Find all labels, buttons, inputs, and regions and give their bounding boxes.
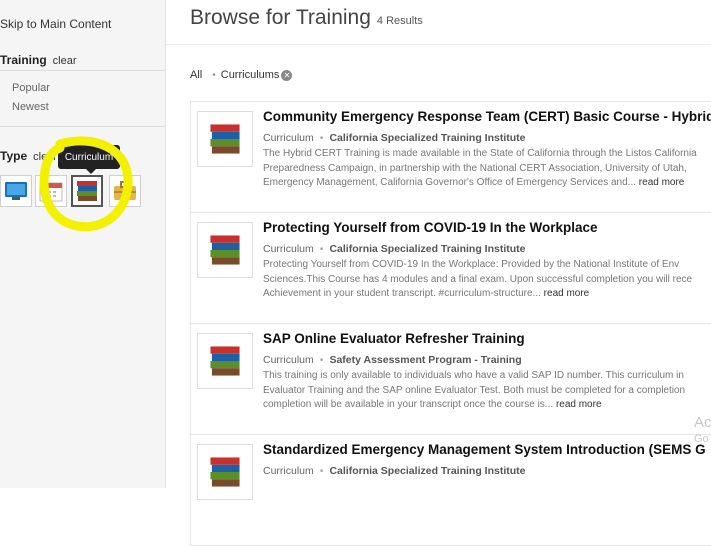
header-bar: Browse for Training 4 Results	[166, 0, 711, 45]
result-thumbnail	[197, 333, 253, 389]
result-meta: Curriculum • California Specialized Traini…	[263, 465, 526, 477]
type-curriculum-button[interactable]	[71, 175, 103, 207]
desc-line: Preparedness Campaign, in partnership wi…	[263, 162, 687, 174]
filter-all[interactable]: All	[190, 69, 202, 81]
desc-text: Achievement in your student transcript. …	[263, 288, 541, 299]
books-icon	[210, 457, 240, 487]
desc-line: The Hybrid CERT Training is made availab…	[263, 148, 697, 159]
training-label: Training	[0, 53, 47, 67]
result-provider: California Specialized Training Institut…	[329, 465, 526, 477]
filter-curriculums: Curriculums	[220, 69, 280, 81]
skip-to-main-link[interactable]: Skip to Main Content	[0, 17, 111, 31]
bullet-separator: •	[319, 132, 324, 144]
result-thumbnail	[197, 444, 253, 500]
type-online-course-button[interactable]	[0, 175, 32, 207]
type-event-button[interactable]	[35, 175, 67, 207]
type-clear-link[interactable]: clear	[33, 151, 57, 163]
bullet-separator: •	[212, 69, 216, 81]
result-card[interactable]: Community Emergency Response Team (CERT)…	[190, 101, 711, 213]
read-more-link[interactable]: read more	[544, 288, 590, 299]
type-label: Type	[0, 149, 28, 163]
active-filters: All • Curriculums ✕	[190, 69, 293, 81]
result-description: This training is only available to indiv…	[263, 369, 711, 413]
result-thumbnail	[197, 222, 253, 278]
books-icon	[77, 181, 97, 201]
result-type: Curriculum	[263, 354, 314, 366]
result-description: Protecting Yourself from COVID-19 In the…	[263, 258, 711, 302]
result-thumbnail	[197, 111, 253, 167]
activate-windows-watermark: Ac Go	[694, 415, 711, 447]
result-meta: Curriculum • Safety Assessment Program - T…	[263, 354, 522, 366]
result-title[interactable]: Community Emergency Response Team (CERT)…	[263, 109, 711, 124]
desc-line-last: Achievement in your student transcript. …	[263, 287, 711, 302]
read-more-link[interactable]: read more	[556, 399, 602, 410]
desc-text: Emergency Management, California Governo…	[263, 177, 637, 188]
desc-line: Protecting Yourself from COVID-19 In the…	[263, 259, 680, 270]
result-title[interactable]: Protecting Yourself from COVID-19 In the…	[263, 220, 598, 235]
books-icon	[210, 346, 240, 376]
desc-line-last: Emergency Management, California Governo…	[263, 176, 711, 191]
remove-filter-icon[interactable]: ✕	[281, 69, 293, 81]
result-type: Curriculum	[263, 243, 314, 255]
sort-popular[interactable]: Popular	[12, 82, 50, 94]
filter-sidebar: Skip to Main Content Training clear Popul…	[0, 0, 166, 488]
desc-line: This training is only available to indiv…	[263, 370, 684, 381]
result-meta: Curriculum • California Specialized Traini…	[263, 132, 526, 144]
bullet-separator: •	[319, 354, 324, 366]
result-provider: California Specialized Training Institut…	[329, 132, 526, 144]
bullet-separator: •	[319, 465, 324, 477]
result-type: Curriculum	[263, 465, 314, 477]
result-card[interactable]: Protecting Yourself from COVID-19 In the…	[190, 212, 711, 324]
watermark-line2: Go	[694, 433, 709, 445]
page-title-text: Browse for Training	[190, 6, 371, 29]
result-description: The Hybrid CERT Training is made availab…	[263, 147, 711, 191]
curriculum-tooltip: Curriculum	[58, 145, 120, 174]
bullet-separator: •	[319, 243, 324, 255]
result-title[interactable]: SAP Online Evaluator Refresher Training	[263, 331, 525, 346]
training-section-title: Training clear	[0, 53, 77, 67]
result-card[interactable]: Standardized Emergency Management System…	[190, 434, 711, 546]
results-count: 4 Results	[376, 15, 423, 27]
desc-text: completion will be available in your tra…	[263, 399, 554, 410]
page-title: Browse for Training 4 Results	[190, 6, 423, 30]
monitor-icon	[5, 182, 27, 200]
main-content: Browse for Training 4 Results All • Curri…	[166, 0, 711, 546]
result-card[interactable]: SAP Online Evaluator Refresher Training …	[190, 323, 711, 435]
calendar-icon	[39, 182, 63, 202]
divider	[0, 70, 165, 71]
briefcase-icon	[114, 181, 136, 200]
desc-line: Sciences.This Course has 4 modules and a…	[263, 273, 693, 285]
result-title[interactable]: Standardized Emergency Management System…	[263, 442, 706, 457]
training-clear-link[interactable]: clear	[53, 55, 77, 67]
books-icon	[210, 235, 240, 265]
desc-line-last: completion will be available in your tra…	[263, 398, 711, 413]
result-meta: Curriculum • California Specialized Traini…	[263, 243, 526, 255]
divider	[0, 126, 165, 127]
result-provider: California Specialized Training Institut…	[329, 243, 526, 255]
type-material-button[interactable]	[109, 175, 141, 207]
read-more-link[interactable]: read more	[639, 177, 685, 188]
watermark-line1: Ac	[694, 414, 711, 431]
sort-newest[interactable]: Newest	[12, 101, 49, 113]
result-type: Curriculum	[263, 132, 314, 144]
type-section-title: Type clear	[0, 149, 57, 163]
desc-line: Evaluator Training and the SAP online Ev…	[263, 384, 686, 396]
books-icon	[210, 124, 240, 154]
result-provider: Safety Assessment Program - Training	[329, 354, 522, 366]
